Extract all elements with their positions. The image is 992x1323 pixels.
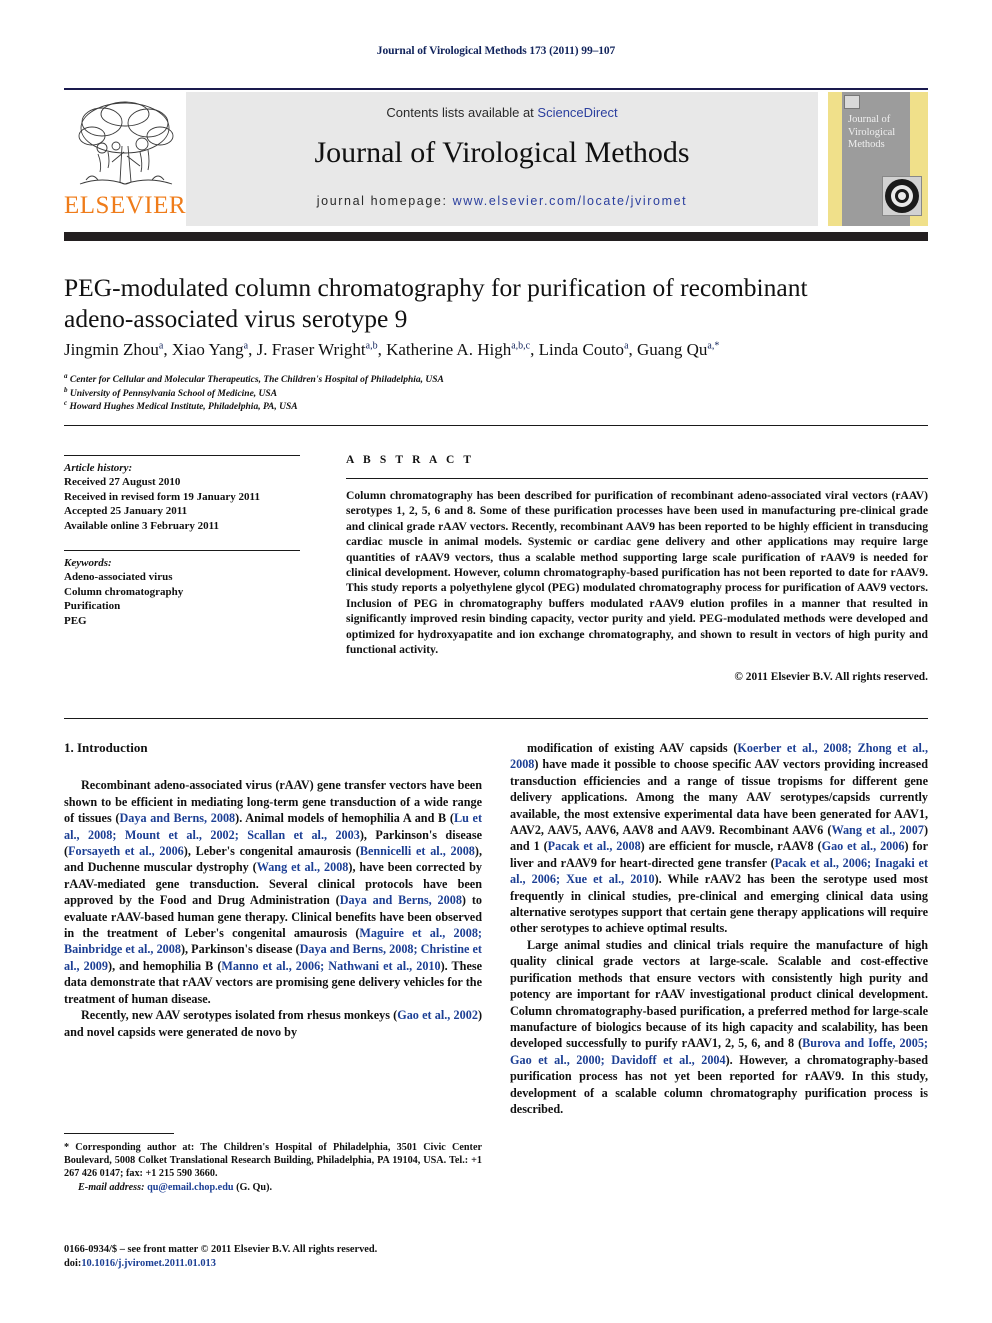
body-paragraph: Recently, new AAV serotypes isolated fro… [64,1008,482,1039]
footnote-block: * Corresponding author at: The Children'… [64,1141,482,1194]
author-affiliation-marker: a,* [707,340,720,352]
homepage-url-link[interactable]: www.elsevier.com/locate/jviromet [453,194,688,208]
affiliation-marker: c [64,398,68,407]
citation-link[interactable]: Pacak et al., 2006; Inagaki et al., 2006… [510,856,928,886]
citation-link[interactable]: Manno et al., 2006; Nathwani et al., 201… [221,959,440,973]
doi-line: doi:10.1016/j.jviromet.2011.01.013 [64,1257,564,1271]
citation-link[interactable]: Bennicelli et al., 2008 [360,844,475,858]
corresponding-author-note: * Corresponding author at: The Children'… [64,1142,482,1180]
keywords-lines: Adeno-associated virus Column chromatogra… [64,570,300,628]
affiliation-rule [64,425,928,426]
abstract-copyright: © 2011 Elsevier B.V. All rights reserved… [734,671,928,684]
elsevier-tree-icon [78,101,174,185]
body-column-right: modification of existing AAV capsids (Ko… [510,740,928,1117]
article-history-lines: Received 27 August 2010 Received in revis… [64,475,300,533]
article-history-item: Received 27 August 2010 [64,476,181,488]
elsevier-wordmark: ELSEVIER [64,192,187,219]
abstract-label: A B S T R A C T [346,454,475,466]
citation-link[interactable]: Pacak et al., 2008 [548,839,641,853]
abstract-rule [346,478,928,479]
imprint-block: 0166-0934/$ – see front matter © 2011 El… [64,1243,564,1271]
citation-link[interactable]: Koerber et al., 2008; Zhong et al., 2008 [510,741,928,771]
author-name: Linda Couto [538,340,625,359]
masthead-center-panel: Contents lists available at ScienceDirec… [186,92,818,226]
keyword-item: Adeno-associated virus [64,571,173,583]
left-column-paragraphs: Recombinant adeno-associated virus (rAAV… [64,777,482,1040]
journal-article-page: Journal of Virological Methods 173 (2011… [0,0,992,1323]
author-affiliation-marker: a [158,340,164,352]
elsevier-logo: ELSEVIER [64,92,186,226]
citation-link[interactable]: Wang et al., 2007 [831,823,924,837]
cover-inner-panel: Journal of Virological Methods [842,92,922,226]
body-paragraph: Recombinant adeno-associated virus (rAAV… [64,778,483,1006]
author-name: Jingmin Zhou [64,340,159,359]
article-info-column: Article history: Received 27 August 2010… [64,455,300,628]
email-label: E-mail address: [78,1181,145,1193]
journal-title: Journal of Virological Methods [314,136,690,169]
body-paragraph: Large animal studies and clinical trials… [510,937,928,1116]
affiliation-line: b University of Pennsylvania School of M… [64,385,278,399]
keywords-heading: Keywords: [64,557,112,569]
author-name: J. Fraser Wright [256,340,366,359]
journal-cover-thumbnail: Journal of Virological Methods [828,92,928,226]
masthead-top-rule [64,88,928,90]
affiliation-marker: a [64,371,68,380]
citation-link[interactable]: Gao et al., 2006 [822,839,905,853]
doi-link[interactable]: 10.1016/j.jviromet.2011.01.013 [81,1258,216,1269]
body-column-left: 1. Introduction Recombinant adeno-associ… [64,740,482,1040]
author-affiliation-marker: a [624,340,629,352]
issn-line: 0166-0934/$ – see front matter © 2011 El… [64,1244,378,1255]
article-history-heading: Article history: [64,462,133,474]
author-affiliation-marker: a,b [365,340,378,352]
citation-link[interactable]: Gao et al., 2002 [397,1008,478,1022]
author-affiliation-marker: a [243,340,249,352]
keyword-item: Column chromatography [64,585,184,598]
contents-available-line: Contents lists available at ScienceDirec… [186,105,818,120]
article-history-item: Available online 3 February 2011 [64,519,220,532]
author-affiliation-marker: a,b,c [511,340,531,352]
citation-link[interactable]: Daya and Berns, 2008 [340,893,462,907]
citation-link[interactable]: Burova and Ioffe, 2005; Gao et al., 2000… [510,1036,928,1066]
affiliation-line: a Center for Cellular and Molecular Ther… [64,371,444,385]
cover-title-text: Journal of Virological Methods [848,114,896,150]
affiliation-marker: b [64,385,68,394]
abstract-column: A B S T R A C T Column chromatography ha… [346,430,928,683]
email-note: E-mail address: qu@email.chop.edu (G. Qu… [64,1181,482,1194]
keywords-rule [64,550,300,551]
author-list: Jingmin Zhoua, Xiao Yanga, J. Fraser Wri… [64,340,720,359]
keyword-item: PEG [64,614,87,627]
citation-link[interactable]: Daya and Berns, 2008 [119,811,235,825]
affiliation-line: c Howard Hughes Medical Institute, Phila… [64,398,298,412]
cover-virus-icon [882,176,922,216]
citation-link[interactable]: Wang et al., 2008 [257,860,349,874]
abstract-body: Column chromatography has been described… [346,489,928,657]
affiliation-list: a Center for Cellular and Molecular Ther… [64,371,764,415]
masthead-bottom-bar [64,232,928,241]
citation-link[interactable]: Forsayeth et al., 2006 [68,844,184,858]
contents-prefix: Contents lists available at [386,105,538,120]
sciencedirect-link[interactable]: ScienceDirect [537,105,617,120]
author-name: Guang Qu [637,340,708,359]
journal-masthead: ELSEVIER Contents lists available at Sci… [64,92,928,226]
journal-homepage-line: journal homepage: www.elsevier.com/locat… [186,194,818,208]
footnote-rule [64,1133,174,1134]
running-head: Journal of Virological Methods 173 (2011… [376,45,616,57]
article-history-item: Accepted 25 January 2011 [64,505,188,517]
email-link[interactable]: qu@email.chop.edu [147,1182,233,1193]
page-title: PEG-modulated column chromatography for … [64,273,808,333]
author-name: Katherine A. High [386,340,512,359]
body-paragraph: modification of existing AAV capsids (Ko… [510,741,929,936]
right-column-paragraphs: modification of existing AAV capsids (Ko… [510,740,928,1117]
section-heading-introduction: 1. Introduction [64,740,148,755]
article-history-item: Received in revised form 19 January 2011 [64,490,260,503]
keyword-item: Purification [64,600,121,612]
cover-corner-mark [844,95,860,109]
author-name: Xiao Yang [171,340,244,359]
email-suffix: (G. Qu). [236,1181,273,1193]
doi-label: doi: [64,1258,82,1269]
article-history-rule [64,455,300,456]
body-top-rule [64,718,928,719]
homepage-label: journal homepage: [316,194,448,208]
